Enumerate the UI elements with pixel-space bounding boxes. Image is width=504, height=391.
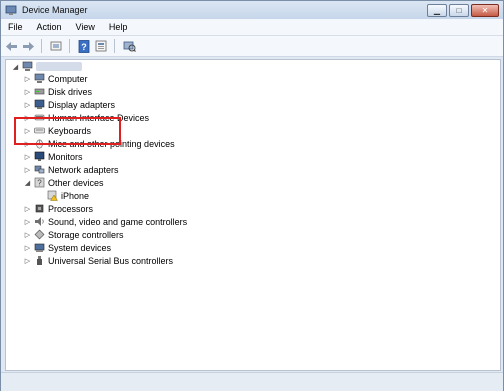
toolbar-separator xyxy=(69,39,70,53)
close-button[interactable]: ✕ xyxy=(471,4,499,17)
system-devices-icon xyxy=(34,243,45,252)
menu-view[interactable]: View xyxy=(69,22,102,32)
tree-item-sound[interactable]: ▷ Sound, video and game controllers xyxy=(24,215,187,228)
device-tree[interactable]: ◢ ▷ Computer ▷ Disk drives ▷ Display ada… xyxy=(5,59,501,371)
tree-item-label: Disk drives xyxy=(48,86,93,97)
expand-arrow-icon[interactable]: ▷ xyxy=(24,87,31,96)
disk-drive-icon xyxy=(34,88,45,95)
tree-item-storage-controllers[interactable]: ▷ Storage controllers xyxy=(24,228,124,241)
expand-arrow-icon[interactable]: ▷ xyxy=(24,256,31,265)
storage-controller-icon xyxy=(34,229,45,240)
collapse-arrow-icon[interactable]: ◢ xyxy=(24,178,31,187)
expand-arrow-icon[interactable]: ▷ xyxy=(24,230,31,239)
forward-icon[interactable] xyxy=(21,39,35,53)
tree-item-computer[interactable]: ▷ Computer xyxy=(24,72,88,85)
tree-item-label: Computer xyxy=(48,73,88,84)
expand-arrow-icon[interactable]: ▷ xyxy=(24,100,31,109)
tree-item-label: Display adapters xyxy=(48,99,116,110)
toolbar-separator xyxy=(41,39,42,53)
unknown-device-warning-icon xyxy=(47,190,58,201)
menu-action[interactable]: Action xyxy=(30,22,69,32)
annotation-highlight-box xyxy=(14,117,121,145)
usb-icon xyxy=(37,256,42,265)
sound-icon xyxy=(35,217,44,226)
back-icon[interactable] xyxy=(4,39,18,53)
device-manager-app-icon xyxy=(5,5,17,15)
tree-item-label: System devices xyxy=(48,242,112,253)
computer-root-icon xyxy=(22,61,33,71)
menu-help[interactable]: Help xyxy=(102,22,135,32)
expand-arrow-icon[interactable]: ▷ xyxy=(24,152,31,161)
minimize-button[interactable]: ▁ xyxy=(427,4,447,17)
menu-bar: File Action View Help xyxy=(1,19,503,36)
tree-item-label: Universal Serial Bus controllers xyxy=(48,255,174,266)
menu-file[interactable]: File xyxy=(1,22,30,32)
up-icon[interactable] xyxy=(49,39,63,53)
tree-item-iphone[interactable]: iPhone xyxy=(37,189,89,202)
tree-item-label: Processors xyxy=(48,203,94,214)
expand-arrow-icon[interactable]: ▷ xyxy=(24,217,31,226)
other-devices-icon: ? xyxy=(34,177,45,188)
tree-item-monitors[interactable]: ▷ Monitors xyxy=(24,150,83,163)
monitor-icon xyxy=(34,151,45,161)
expand-arrow-icon[interactable]: ▷ xyxy=(24,243,31,252)
properties-icon[interactable] xyxy=(94,39,108,53)
tree-item-system-devices[interactable]: ▷ System devices xyxy=(24,241,111,254)
display-adapter-icon xyxy=(34,99,45,109)
window-controls: ▁ □ ✕ xyxy=(427,4,499,17)
expand-arrow-icon[interactable]: ▷ xyxy=(24,204,31,213)
status-bar xyxy=(1,372,503,391)
tree-item-other-devices[interactable]: ◢ ? Other devices xyxy=(24,176,104,189)
tree-item-label: Network adapters xyxy=(48,164,119,175)
tree-item-display-adapters[interactable]: ▷ Display adapters xyxy=(24,98,115,111)
window-title: Device Manager xyxy=(22,5,88,15)
tree-item-label: Monitors xyxy=(48,151,83,162)
scan-hardware-icon[interactable] xyxy=(122,39,136,53)
toolbar-separator xyxy=(114,39,115,53)
hostname-redacted xyxy=(36,62,82,71)
title-bar[interactable]: Device Manager ▁ □ ✕ xyxy=(1,1,503,19)
tree-item-label: Storage controllers xyxy=(48,229,124,240)
help-icon[interactable]: ? xyxy=(77,39,91,53)
expand-arrow-icon[interactable]: ▷ xyxy=(24,165,31,174)
maximize-button[interactable]: □ xyxy=(449,4,469,17)
device-manager-window: Device Manager ▁ □ ✕ File Action View He… xyxy=(0,0,504,391)
svg-text:?: ? xyxy=(37,179,42,188)
collapse-arrow-icon[interactable]: ◢ xyxy=(12,62,19,71)
tree-item-label: Other devices xyxy=(48,177,104,188)
tree-item-network-adapters[interactable]: ▷ Network adapters xyxy=(24,163,119,176)
tree-item-label: Sound, video and game controllers xyxy=(48,216,188,227)
tree-item-usb[interactable]: ▷ Universal Serial Bus controllers xyxy=(24,254,173,267)
svg-text:?: ? xyxy=(81,42,87,52)
computer-icon xyxy=(34,73,45,83)
expand-arrow-icon[interactable]: ▷ xyxy=(24,74,31,83)
processor-icon xyxy=(35,204,44,213)
tree-item-label: iPhone xyxy=(61,190,90,201)
network-adapter-icon xyxy=(34,165,45,174)
tree-item-disk-drives[interactable]: ▷ Disk drives xyxy=(24,85,92,98)
toolbar: ? xyxy=(1,36,503,57)
tree-item-processors[interactable]: ▷ Processors xyxy=(24,202,93,215)
